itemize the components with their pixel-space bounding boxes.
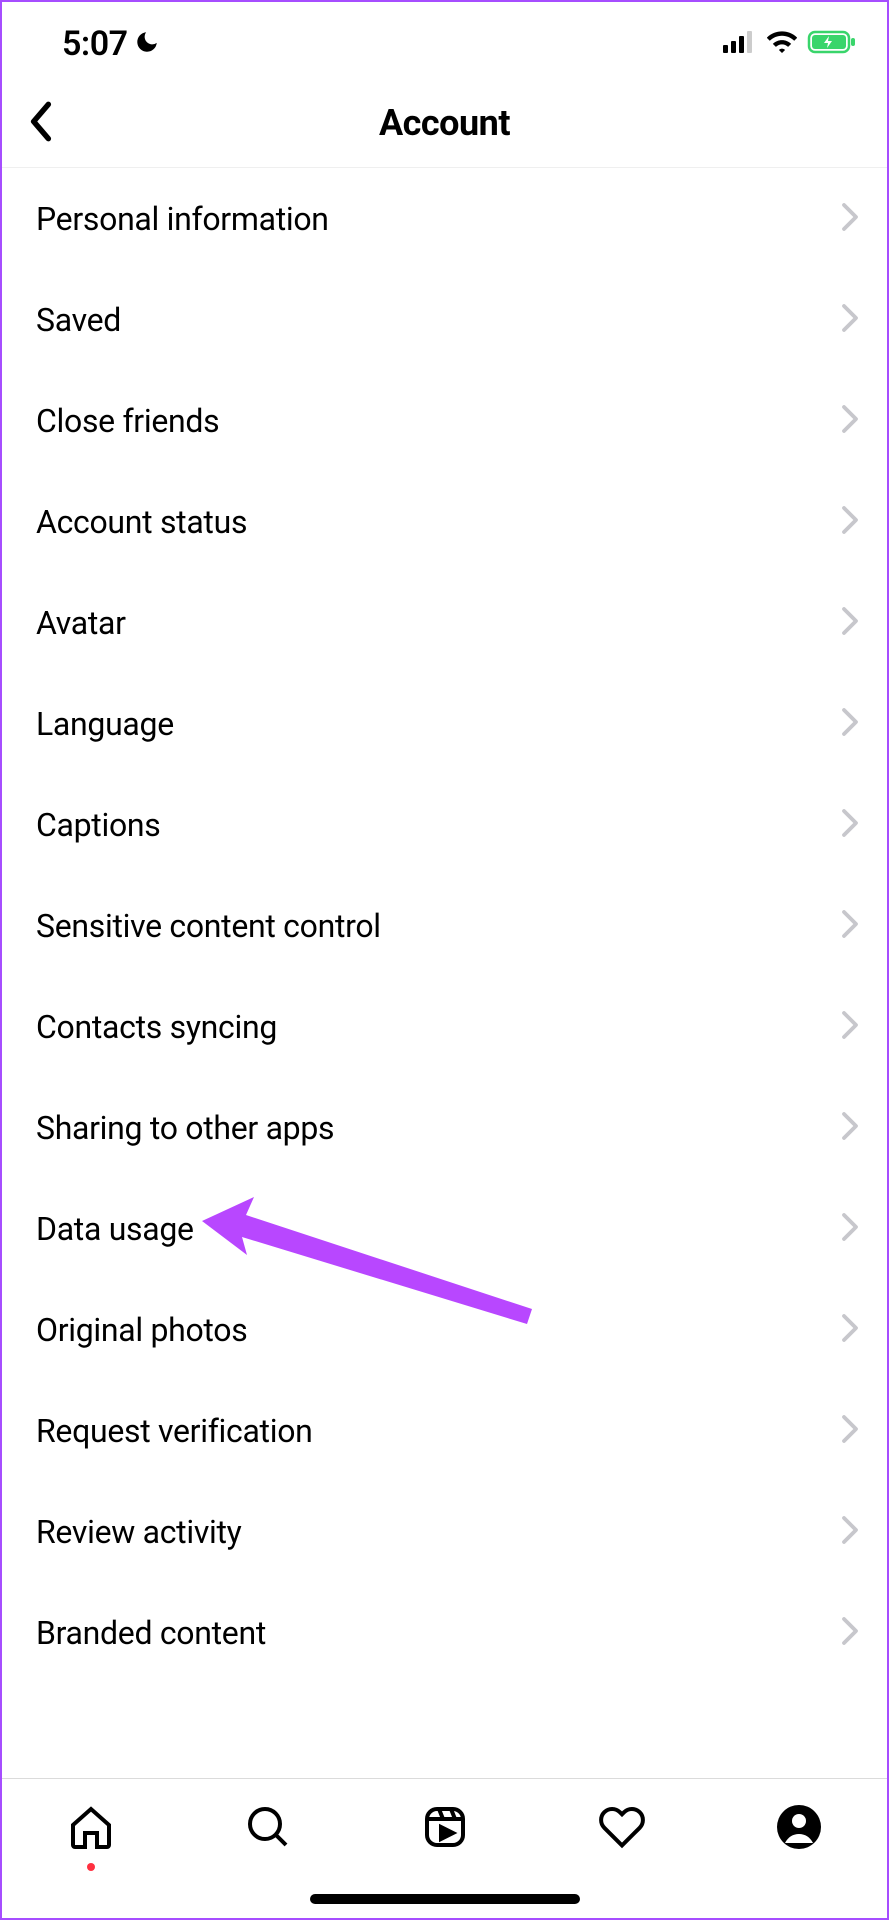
chevron-right-icon — [841, 606, 859, 640]
status-time: 5:07 — [62, 24, 128, 64]
home-icon — [67, 1803, 115, 1855]
menu-item-label: Saved — [36, 301, 121, 339]
menu-item-label: Personal information — [36, 200, 329, 238]
chevron-right-icon — [841, 303, 859, 337]
chevron-left-icon — [26, 131, 56, 146]
page-title: Account — [379, 102, 510, 144]
menu-item-label: Language — [36, 705, 174, 743]
tab-profile[interactable] — [769, 1803, 829, 1855]
tab-activity[interactable] — [592, 1803, 652, 1855]
chevron-right-icon — [841, 1111, 859, 1145]
menu-item-branded-content[interactable]: Branded content — [2, 1582, 887, 1683]
menu-item-request-verification[interactable]: Request verification — [2, 1380, 887, 1481]
menu-item-label: Captions — [36, 806, 161, 844]
menu-item-avatar[interactable]: Avatar — [2, 572, 887, 673]
chevron-right-icon — [841, 808, 859, 842]
menu-item-label: Review activity — [36, 1513, 242, 1551]
menu-item-label: Close friends — [36, 402, 219, 440]
chevron-right-icon — [841, 909, 859, 943]
tab-search[interactable] — [238, 1803, 298, 1855]
menu-list: Personal information Saved Close friends Ac… — [2, 168, 887, 1683]
menu-item-label: Sharing to other apps — [36, 1109, 334, 1147]
tab-reels[interactable] — [415, 1803, 475, 1855]
menu-item-sharing-to-other-apps[interactable]: Sharing to other apps — [2, 1077, 887, 1178]
profile-icon — [775, 1803, 823, 1855]
back-button[interactable] — [18, 91, 64, 154]
menu-item-label: Branded content — [36, 1614, 266, 1652]
menu-item-review-activity[interactable]: Review activity — [2, 1481, 887, 1582]
menu-item-data-usage[interactable]: Data usage — [2, 1178, 887, 1279]
menu-item-account-status[interactable]: Account status — [2, 471, 887, 572]
battery-icon — [807, 30, 857, 58]
menu-item-label: Sensitive content control — [36, 907, 381, 945]
reels-icon — [421, 1803, 469, 1855]
moon-icon — [134, 29, 160, 59]
status-left: 5:07 — [62, 24, 160, 64]
menu-item-label: Request verification — [36, 1412, 313, 1450]
chevron-right-icon — [841, 1616, 859, 1650]
home-indicator — [310, 1894, 580, 1904]
chevron-right-icon — [841, 505, 859, 539]
chevron-right-icon — [841, 707, 859, 741]
menu-item-original-photos[interactable]: Original photos — [2, 1279, 887, 1380]
menu-item-label: Account status — [36, 503, 247, 541]
search-icon — [244, 1803, 292, 1855]
chevron-right-icon — [841, 1313, 859, 1347]
menu-item-label: Data usage — [36, 1210, 194, 1248]
status-bar: 5:07 — [2, 2, 887, 78]
cellular-icon — [723, 31, 757, 57]
chevron-right-icon — [841, 1010, 859, 1044]
chevron-right-icon — [841, 202, 859, 236]
menu-item-label: Original photos — [36, 1311, 247, 1349]
menu-item-label: Contacts syncing — [36, 1008, 277, 1046]
header: Account — [2, 78, 887, 168]
heart-icon — [598, 1803, 646, 1855]
menu-item-sensitive-content-control[interactable]: Sensitive content control — [2, 875, 887, 976]
chevron-right-icon — [841, 1414, 859, 1448]
menu-item-contacts-syncing[interactable]: Contacts syncing — [2, 976, 887, 1077]
menu-item-personal-information[interactable]: Personal information — [2, 168, 887, 269]
tab-home[interactable] — [61, 1803, 121, 1871]
notification-dot — [87, 1863, 95, 1871]
wifi-icon — [767, 31, 797, 57]
chevron-right-icon — [841, 1212, 859, 1246]
chevron-right-icon — [841, 404, 859, 438]
menu-item-label: Avatar — [36, 604, 126, 642]
menu-item-captions[interactable]: Captions — [2, 774, 887, 875]
chevron-right-icon — [841, 1515, 859, 1549]
status-right — [723, 30, 857, 58]
menu-item-language[interactable]: Language — [2, 673, 887, 774]
menu-item-close-friends[interactable]: Close friends — [2, 370, 887, 471]
menu-item-saved[interactable]: Saved — [2, 269, 887, 370]
